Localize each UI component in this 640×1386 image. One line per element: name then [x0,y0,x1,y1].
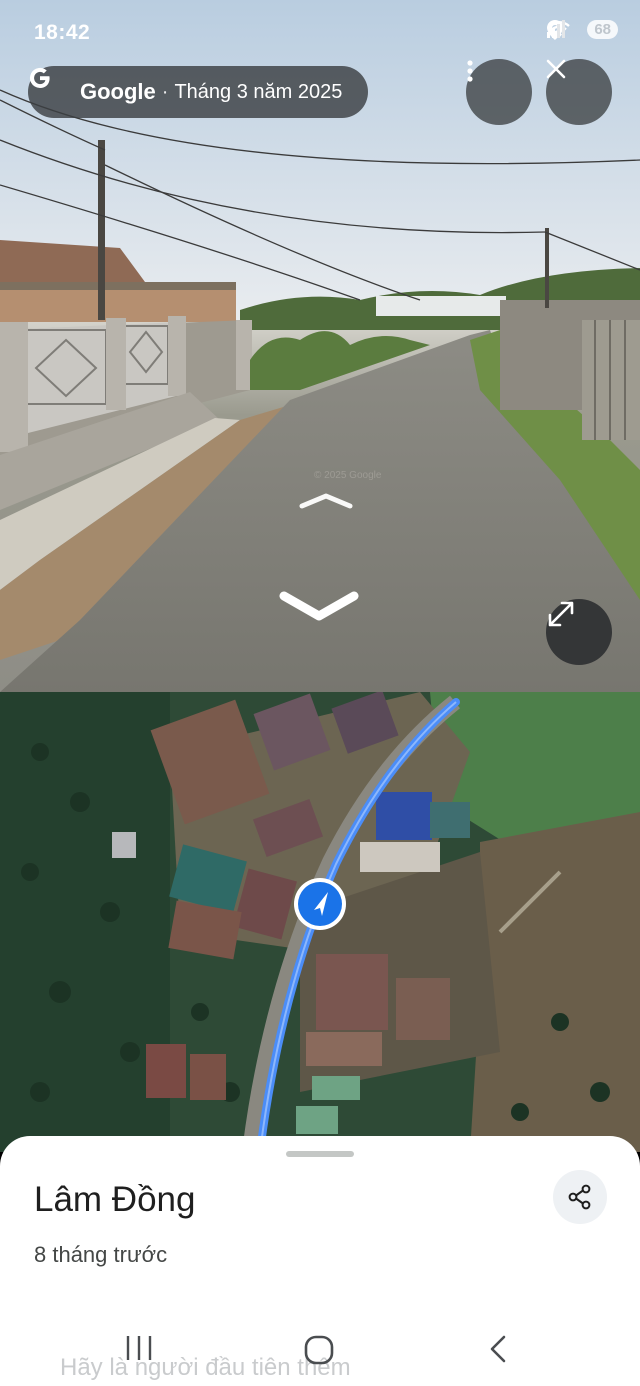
place-subtitle: 8 tháng trước [34,1242,168,1267]
chevron-down-icon[interactable] [278,588,360,628]
status-bar: 18:42 68 [0,0,640,66]
battery-icon: 68 [587,20,618,39]
chevron-up-icon[interactable] [298,490,354,512]
more-vertical-icon [467,60,473,82]
separator: · [161,80,169,103]
close-icon [546,59,566,79]
navigation-arrow-icon[interactable] [292,876,348,932]
street-view-panorama[interactable]: © 2025 Google 18:42 68 Google · Tháng 3 [0,0,640,692]
share-button[interactable] [553,1170,607,1224]
watermark-text: © 2025 Google [314,470,382,481]
brand-label: Google [80,79,156,104]
google-g-icon [29,67,68,105]
system-nav-bar [0,1318,640,1386]
recents-icon[interactable] [124,1334,154,1362]
expand-button[interactable] [546,599,612,665]
expand-icon [548,601,574,627]
capture-date: Tháng 3 năm 2025 [174,80,343,103]
home-icon[interactable] [303,1334,335,1366]
status-icons: 68 [547,20,618,40]
place-title: Lâm Đồng [34,1180,196,1219]
satellite-map[interactable] [0,692,640,1152]
imagery-info-pill[interactable]: Google · Tháng 3 năm 2025 [28,66,368,118]
share-icon [568,1184,591,1210]
status-time: 18:42 [34,21,91,44]
close-button[interactable] [546,59,612,125]
more-options-button[interactable] [466,59,532,125]
back-icon[interactable] [486,1334,510,1364]
drag-handle[interactable] [286,1151,354,1157]
